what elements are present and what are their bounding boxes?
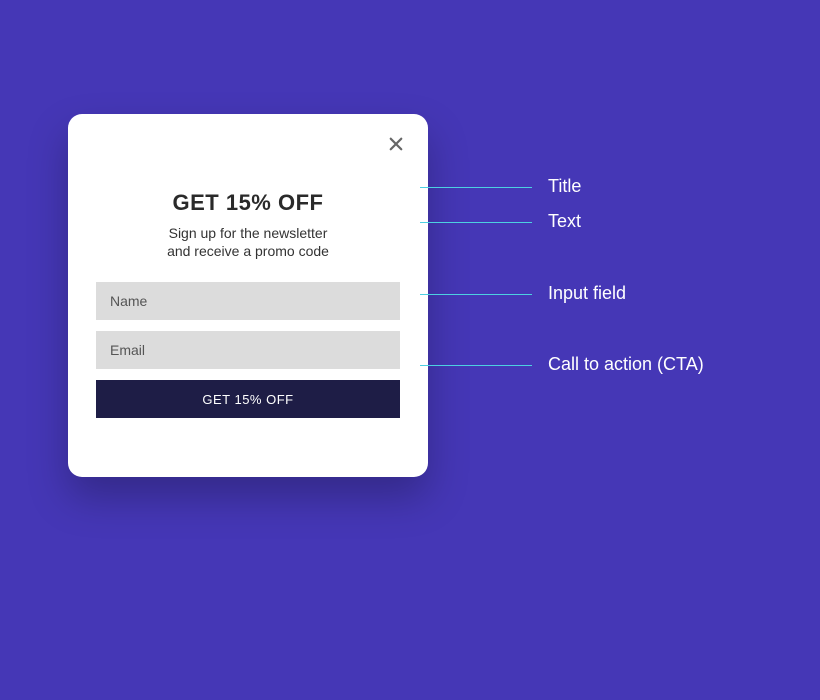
close-icon (387, 135, 405, 158)
annotation-label-input: Input field (548, 283, 626, 304)
annotation-label-cta: Call to action (CTA) (548, 354, 704, 375)
annotation-line-text (420, 222, 532, 223)
email-input[interactable] (96, 331, 400, 369)
annotation-label-title: Title (548, 176, 581, 197)
name-input[interactable] (96, 282, 400, 320)
annotation-label-text: Text (548, 211, 581, 232)
close-button[interactable] (384, 134, 408, 158)
popup-content: GET 15% OFF Sign up for the newsletter a… (96, 190, 400, 418)
subtitle-line-2: and receive a promo code (167, 243, 329, 259)
promo-popup: GET 15% OFF Sign up for the newsletter a… (68, 114, 428, 477)
annotation-line-cta (420, 365, 532, 366)
popup-subtitle: Sign up for the newsletter and receive a… (167, 224, 329, 260)
subtitle-line-1: Sign up for the newsletter (169, 225, 328, 241)
annotation-line-title (420, 187, 532, 188)
annotation-line-input (420, 294, 532, 295)
popup-title: GET 15% OFF (173, 190, 324, 216)
cta-button[interactable]: GET 15% OFF (96, 380, 400, 418)
